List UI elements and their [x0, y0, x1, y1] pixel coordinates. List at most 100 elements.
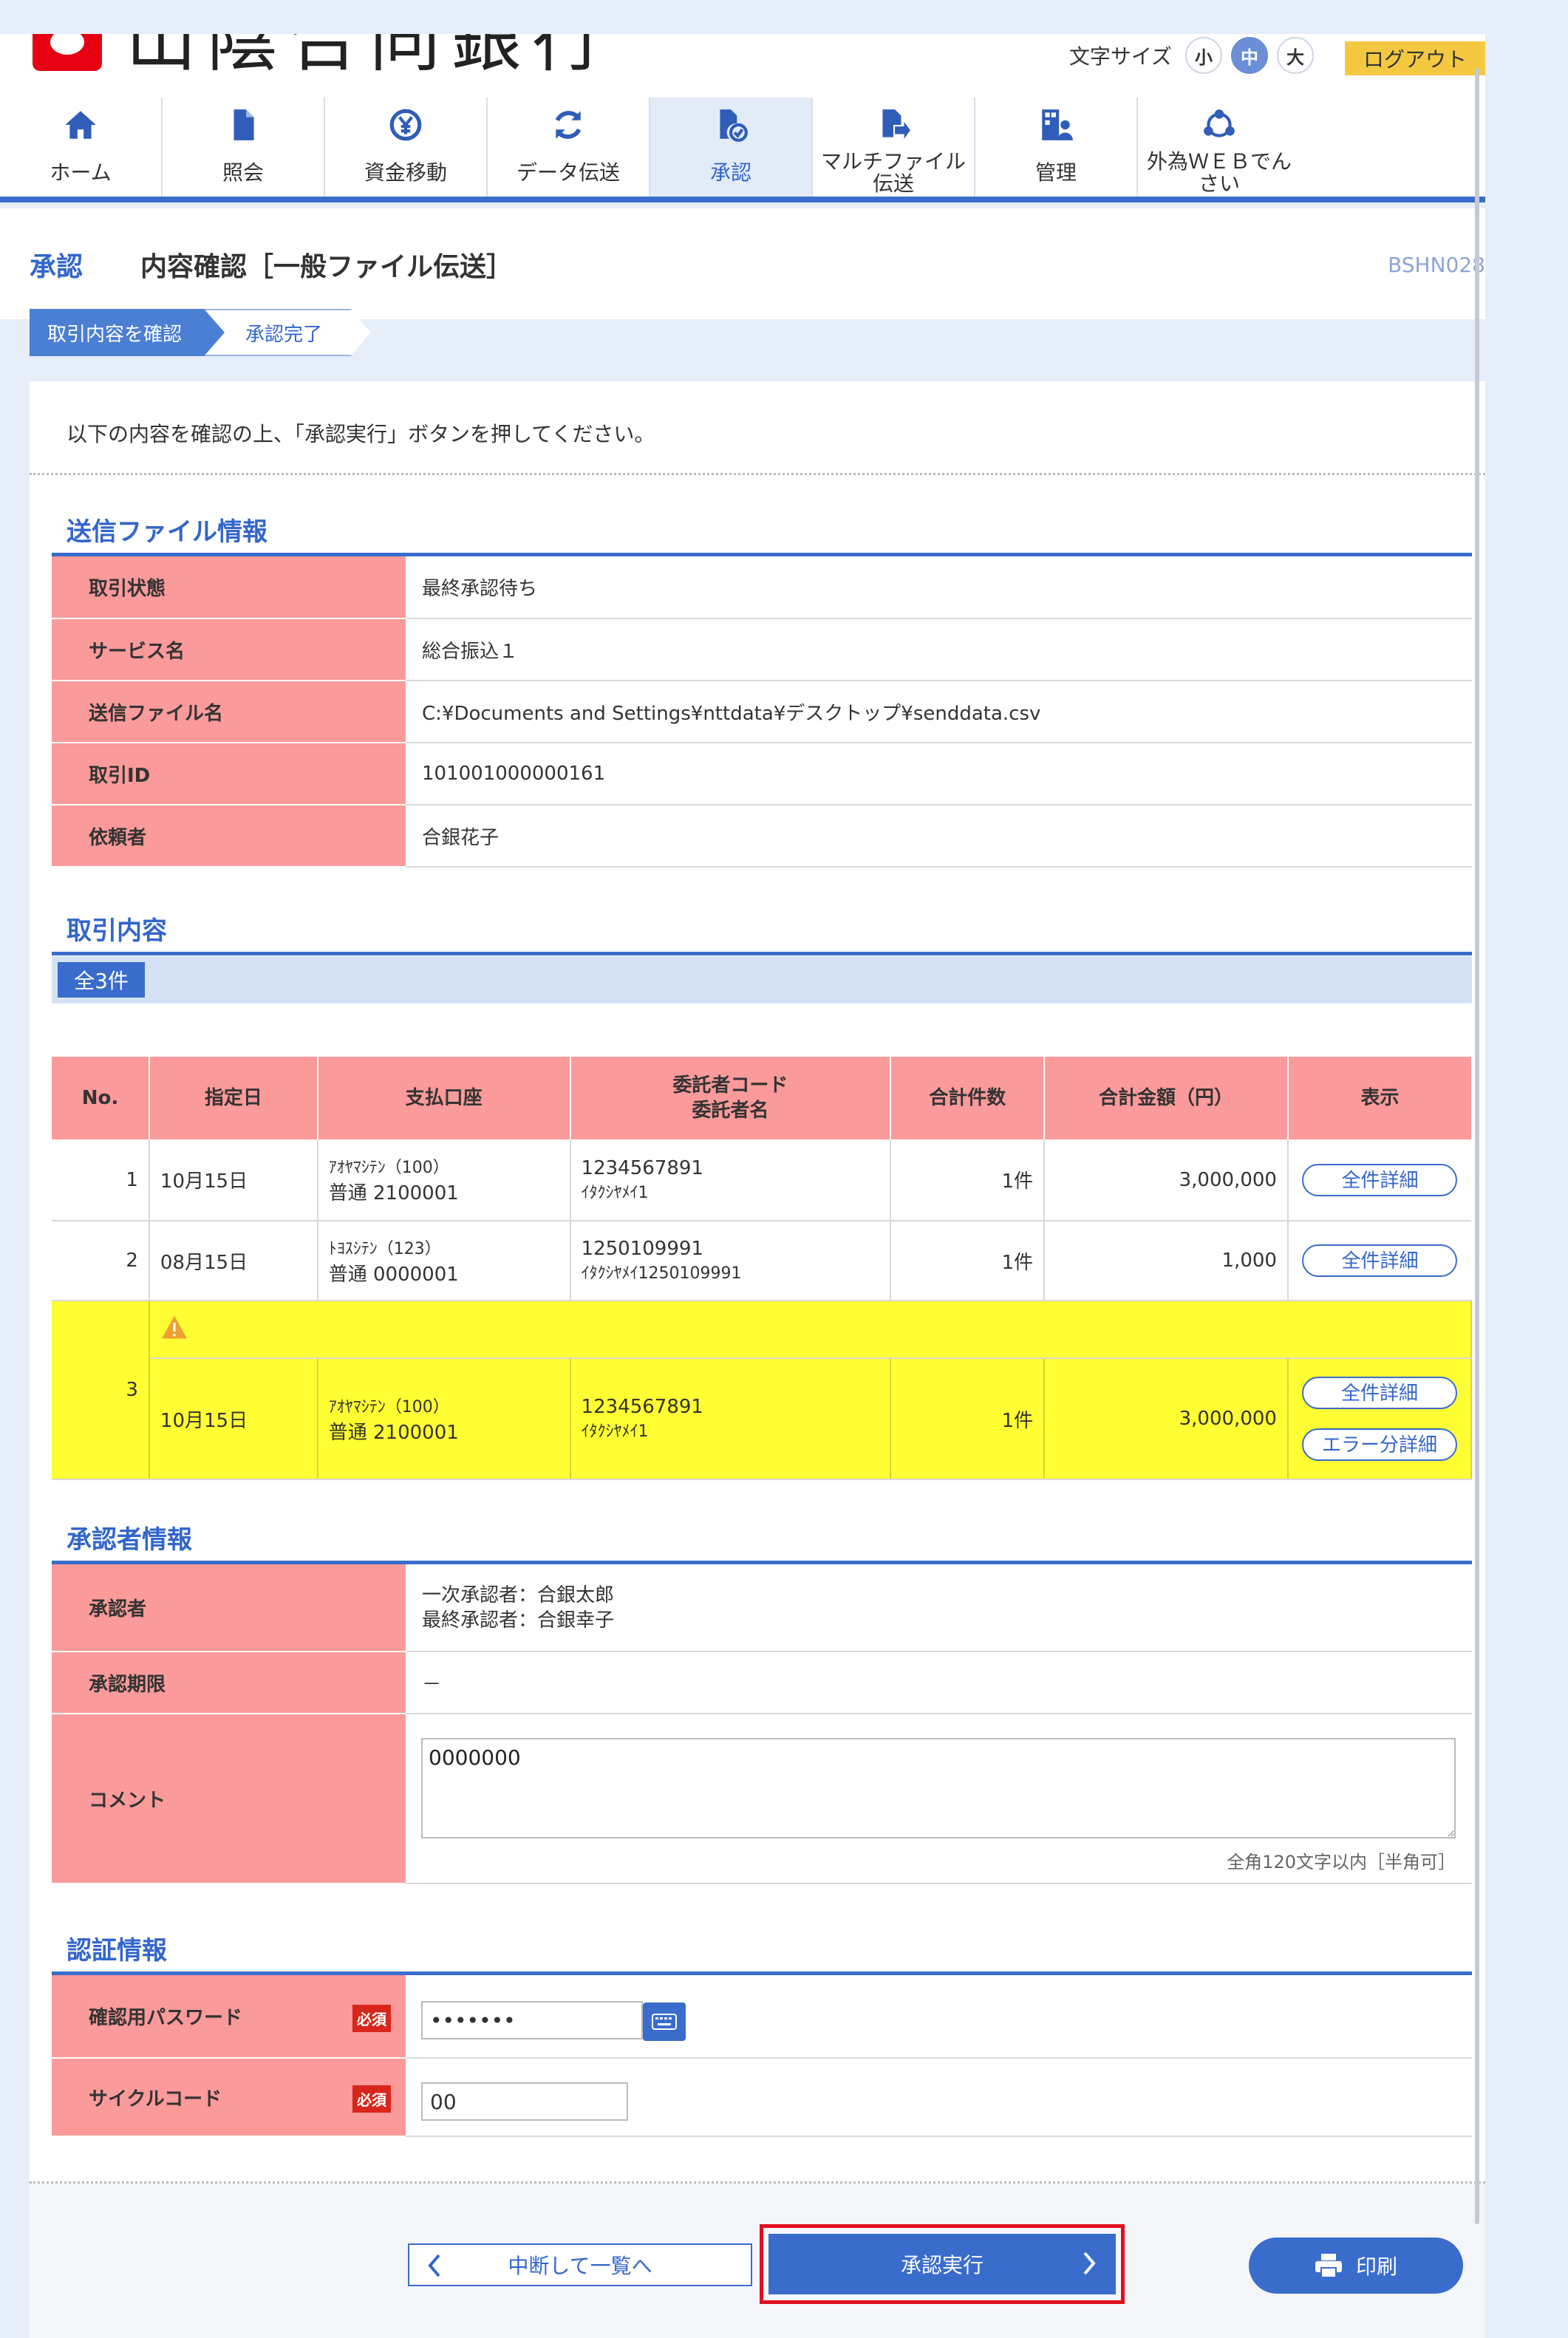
col-header-account: 支払口座 — [317, 1057, 571, 1139]
cell-name: ｲﾀｸｼﾔﾒｲ1250109991 — [581, 1264, 742, 1283]
nav-item-approval[interactable]: 承認 — [650, 98, 813, 197]
table-header-row: No. 指定日 支払口座 委託者コード 委託者名 合計件数 合計金額（円） 表示 — [52, 1057, 1471, 1139]
comment-hint: 全角120文字以内［半角可］ — [1227, 1852, 1456, 1872]
cell-consignor: 1234567891 ｲﾀｸｼﾔﾒｲ1 — [570, 1358, 892, 1480]
all-details-button[interactable]: 全件詳細 — [1301, 1377, 1457, 1409]
table-row: 確認用パスワード 必須 — [52, 1975, 1472, 2059]
kv-label: サイクルコード 必須 — [52, 2058, 406, 2137]
step-confirm: 取引内容を確認 — [30, 309, 225, 356]
building-user-icon — [1042, 109, 1073, 140]
cell-account: ｱｵﾔﾏｼﾃﾝ（100） 普通 2100001 — [317, 1358, 571, 1480]
step-complete: 承認完了 — [204, 309, 371, 356]
screen-code: BSHN028 — [1388, 253, 1485, 277]
all-details-button[interactable]: 全件詳細 — [1302, 1163, 1458, 1196]
col-header-count: 合計件数 — [890, 1057, 1046, 1139]
kv-value: 一次承認者：合銀太郎 最終承認者：合銀幸子 — [406, 1564, 1472, 1652]
nav-item-data-transfer[interactable]: データ伝送 — [488, 98, 650, 197]
back-to-list-button[interactable]: 中断して一覧へ — [408, 2243, 752, 2286]
yen-transfer-icon — [389, 109, 422, 141]
nav-item-home[interactable]: ホーム — [0, 98, 163, 197]
software-keyboard-button[interactable] — [643, 2003, 686, 2041]
page-title-bar: 承認 内容確認［一般ファイル伝送］ BSHN028 — [0, 208, 1485, 319]
nav-item-inquiry[interactable]: 照会 — [163, 98, 325, 197]
nav-label: 管理 — [1034, 160, 1077, 185]
cell-date: 10月15日 — [149, 1358, 318, 1480]
kv-label: 取引状態 — [52, 556, 406, 619]
cell-name: ｲﾀｸｼﾔﾒｲ1 — [581, 1422, 649, 1441]
nav-item-fund-transfer[interactable]: 資金移動 — [325, 98, 488, 197]
logout-button[interactable]: ログアウト — [1345, 41, 1485, 75]
all-details-button[interactable]: 全件詳細 — [1302, 1244, 1458, 1277]
file-info-title: 送信ファイル情報 — [67, 517, 267, 547]
approver-line-2: 最終承認者：合銀幸子 — [422, 1609, 615, 1632]
site-header: 山陰合同銀行 文字サイズ 小 中 大 ログアウト ホーム 照会 資金移動 データ… — [0, 34, 1485, 202]
col-header-date: 指定日 — [149, 1057, 318, 1139]
table-row: 承認期限 － — [52, 1652, 1472, 1714]
nav-label: 照会 — [222, 160, 264, 185]
nav-item-admin[interactable]: 管理 — [975, 98, 1138, 197]
file-info-table: 取引状態 最終承認待ち サービス名 総合振込１ 送信ファイル名 C:¥Document… — [52, 556, 1472, 868]
transactions-table: No. 指定日 支払口座 委託者コード 委託者名 合計件数 合計金額（円） 表示 … — [52, 1057, 1473, 1480]
font-size-label: 文字サイズ — [1068, 44, 1172, 69]
kv-value: 合銀花子 — [406, 805, 1472, 868]
cell-code: 1250109991 — [581, 1238, 703, 1260]
nav-label: 外為ＷＥＢでんさい — [1146, 149, 1292, 196]
table-row: 依頼者 合銀花子 — [52, 805, 1472, 868]
main-panel: 以下の内容を確認の上、「承認実行」ボタンを押してください。 送信ファイル情報 取… — [30, 381, 1485, 2338]
table-row: 承認者 一次承認者：合銀太郎 最終承認者：合銀幸子 — [52, 1564, 1472, 1652]
cell-account-no: 普通 2100001 — [328, 1182, 459, 1204]
home-icon — [65, 111, 96, 139]
cell-warning — [149, 1301, 1473, 1359]
section-underline — [52, 952, 1472, 955]
font-size-medium-button[interactable]: 中 — [1231, 37, 1268, 74]
font-size-large-button[interactable]: 大 — [1277, 37, 1314, 74]
error-details-button[interactable]: エラー分詳細 — [1301, 1428, 1457, 1461]
comment-textarea[interactable]: 0000000 — [421, 1738, 1456, 1838]
nav-item-forex-densai[interactable]: 外為ＷＥＢでんさい — [1138, 98, 1301, 197]
cell-date: 10月15日 — [149, 1139, 318, 1221]
approver-title: 承認者情報 — [67, 1525, 192, 1555]
password-input[interactable]: ••••••• — [421, 2001, 643, 2039]
cycle-code-input[interactable]: 00 — [421, 2082, 628, 2121]
cell-account-no: 普通 2100001 — [328, 1421, 459, 1444]
print-button[interactable]: 印刷 — [1249, 2238, 1463, 2294]
kv-value: 最終承認待ち — [406, 556, 1472, 619]
table-row: サービス名 総合振込１ — [52, 618, 1472, 681]
page: 山陰合同銀行 文字サイズ 小 中 大 ログアウト ホーム 照会 資金移動 データ… — [0, 34, 1485, 2338]
kv-label: 承認期限 — [52, 1652, 406, 1714]
cell-account-no: 普通 0000001 — [328, 1263, 459, 1286]
bank-logo-text: 山陰合同銀行 — [126, 34, 613, 80]
cell-display: 全件詳細 — [1287, 1221, 1471, 1301]
bank-logo-mark-icon — [27, 34, 108, 80]
table-row: 送信ファイル名 C:¥Documents and Settings¥nttdata… — [52, 681, 1472, 743]
cell-no: 2 — [52, 1221, 150, 1301]
vertical-scrollbar[interactable] — [1475, 68, 1479, 2224]
kv-label: 確認用パスワード 必須 — [52, 1975, 406, 2059]
table-row: 2 08月15日 ﾄﾖｽｼﾃﾝ（123） 普通 0000001 125010999… — [52, 1221, 1471, 1301]
password-label: 確認用パスワード — [89, 2007, 243, 2029]
required-badge: 必須 — [352, 2005, 391, 2032]
nav-underline — [0, 197, 1485, 202]
cell-bank: ｱｵﾔﾏｼﾃﾝ（100） — [328, 1397, 449, 1417]
cell-name: ｲﾀｸｼﾔﾒｲ1 — [581, 1183, 649, 1202]
nav-item-multi-file[interactable]: マルチファイル伝送 — [813, 98, 975, 197]
warning-icon — [161, 1315, 187, 1338]
nav-label: 資金移動 — [364, 160, 447, 185]
nav-label: マルチファイル伝送 — [820, 149, 966, 196]
kv-label: コメント — [52, 1714, 406, 1884]
col-header-name: 委託者名 — [692, 1100, 769, 1122]
table-row-warning-banner: 3 — [52, 1301, 1473, 1480]
bank-logo[interactable]: 山陰合同銀行 — [27, 34, 613, 80]
print-button-label: 印刷 — [1355, 2254, 1397, 2279]
cell-date: 08月15日 — [149, 1221, 318, 1301]
count-badge: 全3件 — [58, 962, 145, 998]
required-badge: 必須 — [352, 2085, 391, 2113]
approve-document-icon — [720, 109, 748, 142]
cell-account: ﾄﾖｽｼﾃﾝ（123） 普通 0000001 — [317, 1221, 571, 1301]
font-size-small-button[interactable]: 小 — [1185, 37, 1222, 74]
document-icon — [234, 109, 254, 140]
kv-value: C:¥Documents and Settings¥nttdata¥デスクトップ… — [406, 681, 1472, 743]
transactions-title: 取引内容 — [67, 916, 167, 946]
execute-approval-button[interactable]: 承認実行 — [768, 2234, 1116, 2294]
global-nav: ホーム 照会 資金移動 データ伝送 承認 マルチファイル伝送 管理 外為ＷＥＢで… — [0, 98, 1485, 197]
